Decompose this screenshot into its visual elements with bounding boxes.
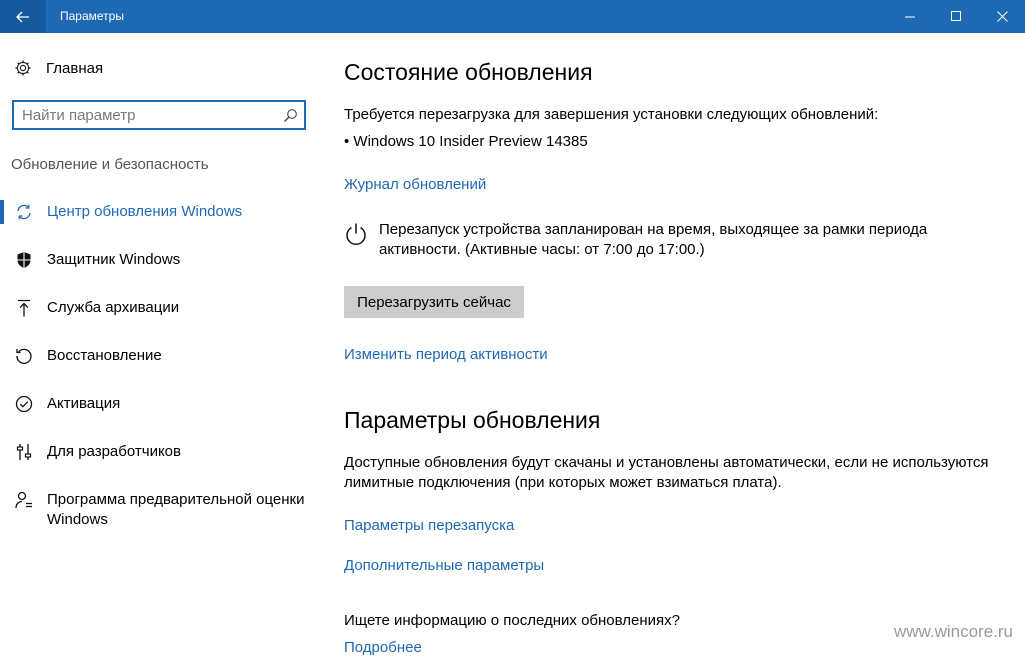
sidebar-item-windows-defender[interactable]: Защитник Windows	[0, 236, 320, 284]
maximize-button[interactable]	[933, 0, 979, 33]
update-status-heading: Состояние обновления	[344, 59, 593, 85]
restart-options-link[interactable]: Параметры перезапуска	[344, 517, 514, 534]
advanced-options-link[interactable]: Дополнительные параметры	[344, 557, 544, 574]
restart-required-text: Требуется перезагрузка для завершения ус…	[344, 106, 879, 123]
sidebar: Главная Обновление и безопасность Центр …	[0, 33, 320, 650]
title-bar: Параметры	[0, 0, 1025, 33]
check-circle-icon	[15, 395, 33, 413]
info-question-text: Ищете информацию о последних обновлениях…	[344, 612, 680, 629]
sidebar-item-windows-update[interactable]: Центр обновления Windows	[0, 188, 320, 236]
sidebar-item-label: Центр обновления Windows	[47, 203, 243, 220]
backup-arrow-icon	[18, 299, 30, 317]
close-icon	[996, 11, 1008, 22]
back-button[interactable]	[0, 0, 46, 33]
sidebar-item-label: Программа предварительной оценки Windows	[47, 491, 305, 528]
update-list-item: • Windows 10 Insider Preview 14385	[344, 133, 588, 150]
sidebar-item-activation[interactable]: Активация	[0, 380, 320, 428]
search-input[interactable]	[22, 106, 272, 124]
developer-sliders-icon	[16, 444, 32, 460]
window-title: Параметры	[60, 9, 124, 23]
insider-person-icon	[15, 491, 32, 509]
sidebar-item-label: Служба архивации	[47, 299, 180, 316]
change-active-hours-link[interactable]: Изменить период активности	[344, 346, 548, 363]
learn-more-link[interactable]: Подробнее	[344, 639, 422, 656]
history-icon	[16, 348, 32, 364]
restart-notice-text: Перезапуск устройства запланирован на вр…	[379, 221, 928, 258]
power-icon	[346, 223, 366, 245]
minimize-icon	[904, 16, 915, 18]
sidebar-nav: Центр обновления Windows Защитник Window…	[0, 188, 320, 536]
restart-now-button[interactable]: Перезагрузить сейчас	[344, 286, 524, 318]
auto-update-text: Доступные обновления будут скачаны и уст…	[344, 454, 989, 491]
update-history-link[interactable]: Журнал обновлений	[344, 176, 486, 193]
shield-icon	[17, 252, 31, 268]
sidebar-item-backup[interactable]: Служба архивации	[0, 284, 320, 332]
sidebar-item-recovery[interactable]: Восстановление	[0, 332, 320, 380]
gear-icon	[15, 60, 31, 76]
sidebar-item-developers[interactable]: Для разработчиков	[0, 428, 320, 476]
minimize-button[interactable]	[887, 0, 933, 33]
sidebar-item-insider-program[interactable]: Программа предварительной оценки Windows	[0, 476, 320, 536]
watermark: www.wincore.ru	[893, 622, 1013, 641]
maximize-icon	[950, 11, 961, 21]
sync-icon	[17, 204, 31, 220]
active-indicator	[0, 200, 4, 224]
back-arrow-icon	[16, 11, 29, 22]
close-button[interactable]	[979, 0, 1025, 33]
search-icon[interactable]	[283, 108, 298, 123]
home-nav-item[interactable]: Главная	[14, 59, 103, 77]
sidebar-item-label: Активация	[47, 395, 121, 412]
sidebar-item-label: Для разработчиков	[47, 443, 181, 460]
update-settings-heading: Параметры обновления	[344, 407, 601, 433]
home-label: Главная	[46, 59, 104, 77]
sidebar-item-label: Восстановление	[47, 347, 162, 364]
search-box[interactable]	[12, 100, 306, 130]
section-title: Обновление и безопасность	[11, 156, 209, 173]
sidebar-item-label: Защитник Windows	[47, 251, 181, 268]
